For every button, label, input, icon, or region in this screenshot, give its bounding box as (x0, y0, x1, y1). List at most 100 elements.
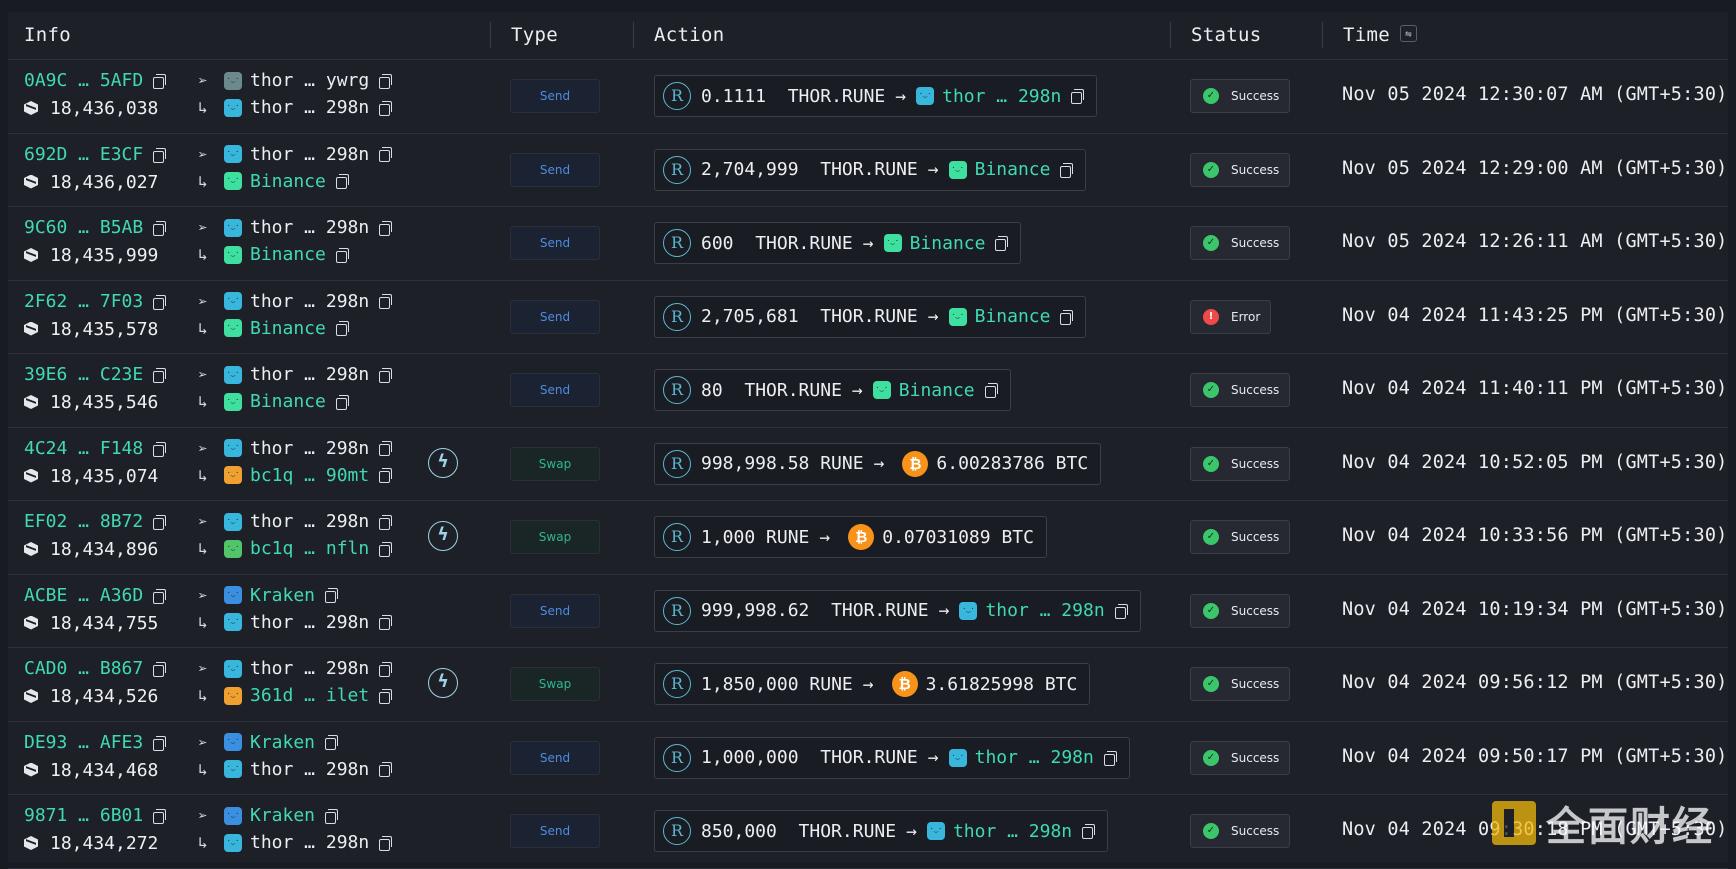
column-header-info[interactable]: Info (24, 12, 71, 60)
table-row[interactable]: 9871 … 6B01 18,434,272 ➢ Kraken ↳ thor …… (8, 795, 1728, 869)
table-row[interactable]: 9C60 … B5AB 18,435,999 ➢ thor … 298n ↳ B… (8, 207, 1728, 281)
table-row[interactable]: 692D … E3CF 18,436,027 ➢ thor … 298n ↳ B… (8, 134, 1728, 207)
column-header-status[interactable]: Status (1191, 12, 1261, 60)
tx-hash-link[interactable]: EF02 … 8B72 (24, 511, 143, 532)
copy-icon[interactable] (379, 441, 393, 456)
copy-icon[interactable] (153, 588, 167, 604)
copy-icon[interactable] (379, 73, 393, 89)
to-address-label[interactable]: Binance (250, 391, 326, 412)
swap-horizontal-icon[interactable]: ⇋ (1399, 25, 1417, 42)
table-row[interactable]: DE93 … AFE3 18,434,468 ➢ Kraken ↳ thor …… (8, 722, 1728, 795)
copy-icon[interactable] (1114, 603, 1128, 619)
copy-icon[interactable] (153, 662, 167, 677)
tx-hash-link[interactable]: DE93 … AFE3 (24, 732, 143, 753)
action-destination[interactable]: thor … 298n (985, 600, 1104, 621)
from-address-label[interactable]: thor … 298n (250, 217, 369, 238)
block-height[interactable]: 18,434,755 (50, 613, 158, 634)
to-address-label[interactable]: thor … 298n (250, 832, 369, 853)
copy-icon[interactable] (984, 383, 998, 398)
copy-icon[interactable] (153, 809, 167, 824)
to-address-label[interactable]: Binance (250, 318, 326, 339)
copy-icon[interactable] (325, 735, 339, 750)
block-height[interactable]: 18,435,074 (50, 466, 158, 487)
table-row[interactable]: 39E6 … C23E 18,435,546 ➢ thor … 298n ↳ B… (8, 354, 1728, 428)
table-row[interactable]: 2F62 … 7F03 18,435,578 ➢ thor … 298n ↳ B… (8, 281, 1728, 354)
block-height[interactable]: 18,436,038 (50, 98, 158, 119)
copy-icon[interactable] (379, 835, 393, 851)
to-address-label[interactable]: thor … 298n (250, 612, 369, 633)
column-header-time[interactable]: Time ⇋ (1343, 12, 1417, 60)
copy-icon[interactable] (153, 221, 167, 236)
copy-icon[interactable] (379, 661, 393, 677)
copy-icon[interactable] (335, 321, 349, 336)
to-address-label[interactable]: thor … 298n (250, 759, 369, 780)
copy-icon[interactable] (335, 174, 349, 189)
copy-icon[interactable] (379, 100, 393, 116)
copy-icon[interactable] (1082, 824, 1096, 839)
table-row[interactable]: EF02 … 8B72 18,434,896 ➢ thor … 298n ↳ b… (8, 501, 1728, 575)
to-address-label[interactable]: Binance (250, 244, 326, 265)
block-height[interactable]: 18,434,526 (50, 686, 158, 707)
copy-icon[interactable] (379, 688, 393, 704)
tx-hash-link[interactable]: 9C60 … B5AB (24, 217, 143, 238)
block-height[interactable]: 18,434,896 (50, 539, 158, 560)
copy-icon[interactable] (1060, 162, 1074, 178)
column-header-action[interactable]: Action (654, 12, 724, 60)
copy-icon[interactable] (335, 394, 349, 410)
from-address-label[interactable]: thor … 298n (250, 511, 369, 532)
action-destination[interactable]: Binance (910, 233, 986, 254)
tx-hash-link[interactable]: 0A9C … 5AFD (24, 70, 143, 91)
block-height[interactable]: 18,436,027 (50, 172, 158, 193)
to-address-label[interactable]: Binance (250, 171, 326, 192)
action-destination[interactable]: Binance (975, 306, 1051, 327)
block-height[interactable]: 18,434,272 (50, 833, 158, 854)
table-row[interactable]: 0A9C … 5AFD 18,436,038 ➢ thor … ywrg ↳ t… (8, 60, 1728, 134)
from-address-label[interactable]: Kraken (250, 585, 315, 606)
copy-icon[interactable] (153, 368, 167, 383)
block-height[interactable]: 18,435,999 (50, 245, 158, 266)
copy-icon[interactable] (379, 147, 393, 162)
from-address-label[interactable]: thor … 298n (250, 144, 369, 165)
from-address-label[interactable]: thor … 298n (250, 364, 369, 385)
copy-icon[interactable] (379, 220, 393, 236)
from-address-label[interactable]: Kraken (250, 732, 315, 753)
action-destination[interactable]: thor … 298n (975, 747, 1094, 768)
table-row[interactable]: 4C24 … F148 18,435,074 ➢ thor … 298n ↳ b… (8, 428, 1728, 501)
block-height[interactable]: 18,434,468 (50, 760, 158, 781)
copy-icon[interactable] (153, 441, 167, 457)
action-destination[interactable]: Binance (899, 380, 975, 401)
copy-icon[interactable] (379, 762, 393, 777)
from-address-label[interactable]: thor … 298n (250, 438, 369, 459)
copy-icon[interactable] (153, 515, 167, 530)
from-address-label[interactable]: thor … 298n (250, 291, 369, 312)
action-destination[interactable]: thor … 298n (942, 86, 1061, 107)
copy-icon[interactable] (995, 236, 1009, 251)
to-address-label[interactable]: thor … 298n (250, 97, 369, 118)
copy-icon[interactable] (325, 588, 339, 603)
copy-icon[interactable] (379, 367, 393, 383)
copy-icon[interactable] (379, 541, 393, 557)
copy-icon[interactable] (1071, 89, 1085, 104)
to-address-label[interactable]: bc1q … nfln (250, 538, 369, 559)
from-address-label[interactable]: Kraken (250, 805, 315, 826)
copy-icon[interactable] (325, 808, 339, 824)
from-address-label[interactable]: thor … ywrg (250, 70, 369, 91)
copy-icon[interactable] (335, 247, 349, 263)
tx-hash-link[interactable]: 692D … E3CF (24, 144, 143, 165)
tx-hash-link[interactable]: CAD0 … B867 (24, 658, 143, 679)
copy-icon[interactable] (379, 294, 393, 309)
copy-icon[interactable] (1103, 750, 1117, 766)
block-height[interactable]: 18,435,578 (50, 319, 158, 340)
column-header-type[interactable]: Type (511, 12, 558, 60)
block-height[interactable]: 18,435,546 (50, 392, 158, 413)
copy-icon[interactable] (153, 735, 167, 751)
copy-icon[interactable] (379, 468, 393, 483)
to-address-label[interactable]: 361d … ilet (250, 685, 369, 706)
action-destination[interactable]: thor … 298n (953, 821, 1072, 842)
copy-icon[interactable] (153, 294, 167, 310)
copy-icon[interactable] (153, 147, 167, 163)
table-row[interactable]: ACBE … A36D 18,434,755 ➢ Kraken ↳ thor …… (8, 575, 1728, 648)
copy-icon[interactable] (379, 514, 393, 530)
copy-icon[interactable] (1060, 309, 1074, 325)
tx-hash-link[interactable]: ACBE … A36D (24, 585, 143, 606)
